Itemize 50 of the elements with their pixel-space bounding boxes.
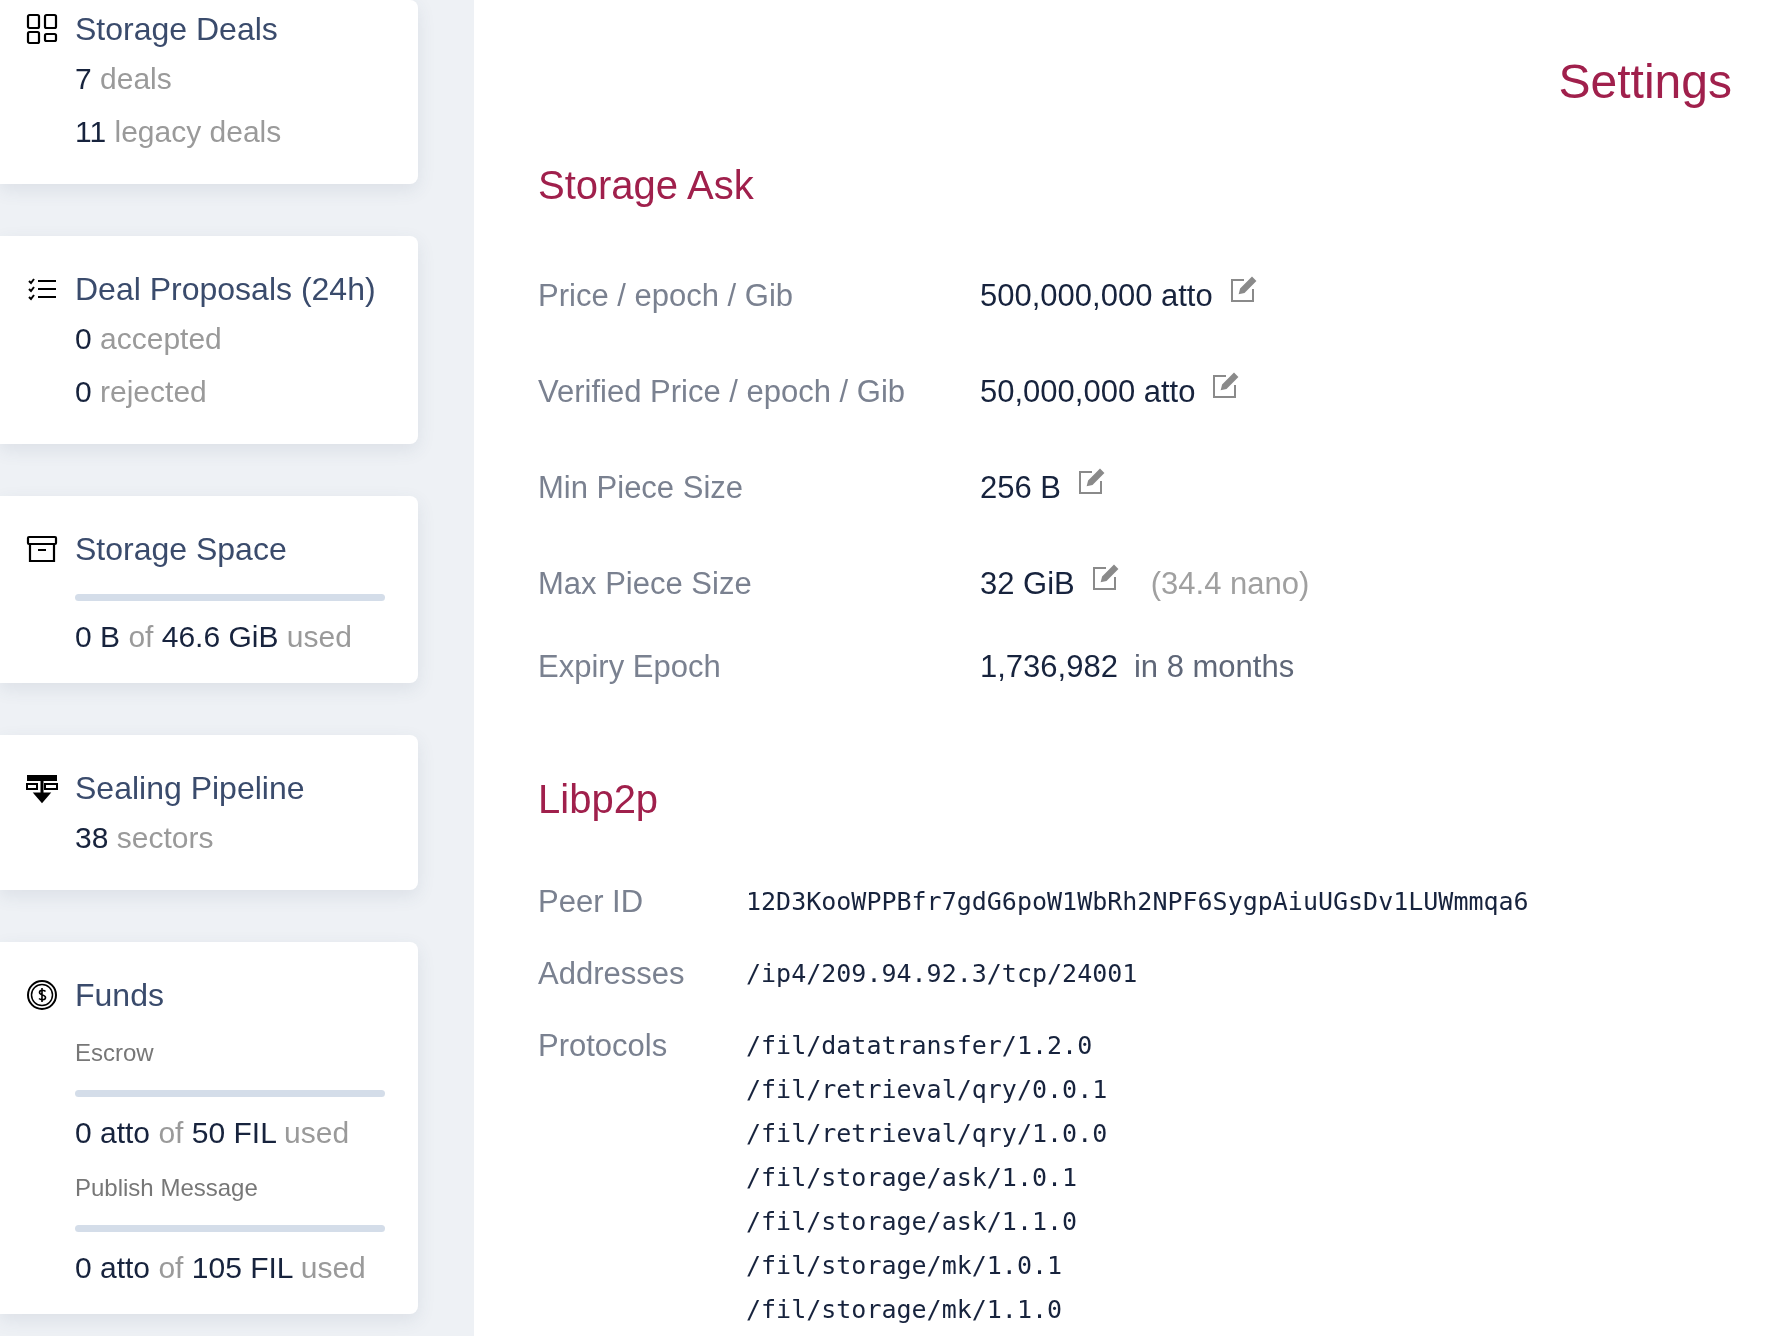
count-text: 0 rejected [75,374,207,410]
field-value: 50,000,000 atto [980,374,1196,410]
field-value: /fil/storage/mk/1.0.1 [746,1250,1063,1282]
field-value: 500,000,000 atto [980,278,1213,314]
field-value: /ip4/209.94.92.3/tcp/24001 [746,958,1138,990]
usage-text: 0 atto of 105 FIL used [75,1250,366,1286]
section-heading: Libp2p [538,776,659,823]
field-label: Max Piece Size [538,566,752,602]
field-value: /fil/storage/ask/1.0.1 [746,1162,1078,1194]
field-value: /fil/retrieval/qry/1.0.0 [746,1118,1108,1150]
field-value: 1,736,982 [980,649,1118,685]
grid-icon [26,13,58,45]
count-text: 38 sectors [75,820,214,856]
count-text: 0 accepted [75,321,222,357]
field-value: /fil/datatransfer/1.2.0 [746,1030,1093,1062]
meter-label: Publish Message [75,1173,258,1203]
field-label: Expiry Epoch [538,649,721,685]
card-title: Storage Deals [75,10,278,48]
field-label: Protocols [538,1027,668,1065]
meter-label: Escrow [75,1038,154,1068]
pipeline-icon [26,772,58,804]
page-title: Settings [1558,54,1732,110]
section-heading: Storage Ask [538,162,754,209]
edit-icon[interactable] [1228,276,1257,304]
usage-text: 0 atto of 50 FIL used [75,1115,350,1151]
usage-text: 0 B of 46.6 GiB used [75,619,352,655]
card-title: Funds [75,976,164,1014]
field-value: 32 GiB [980,566,1075,602]
size-note: (34.4 nano) [1150,566,1310,602]
dollar-coin-icon [26,979,58,1011]
field-value: /fil/storage/ask/1.1.0 [746,1206,1078,1238]
field-value: 256 B [980,470,1061,506]
archive-icon [26,533,58,565]
edit-icon[interactable] [1077,468,1105,496]
field-label: Price / epoch / Gib [538,278,793,314]
card-title: Deal Proposals (24h) [75,270,376,308]
card-title: Sealing Pipeline [75,769,305,807]
field-value: /fil/storage/mk/1.1.0 [746,1294,1063,1326]
card-title: Storage Space [75,530,287,568]
field-label: Min Piece Size [538,470,744,506]
field-label: Peer ID [538,883,644,921]
field-value: /fil/retrieval/qry/0.0.1 [746,1074,1108,1106]
edit-icon[interactable] [1211,372,1240,400]
field-label: Verified Price / epoch / Gib [538,374,906,410]
count-text: 11 legacy deals [75,114,282,150]
count-text: 7 deals [75,61,172,97]
relative-time: in 8 months [1133,649,1295,685]
field-value: 12D3KooWPPBfr7gdG6poW1WbRh2NPF6SygpAiuUGsDv1LUWmmqa6 [746,886,1529,918]
field-label: Addresses [538,955,685,993]
edit-icon[interactable] [1090,564,1119,592]
